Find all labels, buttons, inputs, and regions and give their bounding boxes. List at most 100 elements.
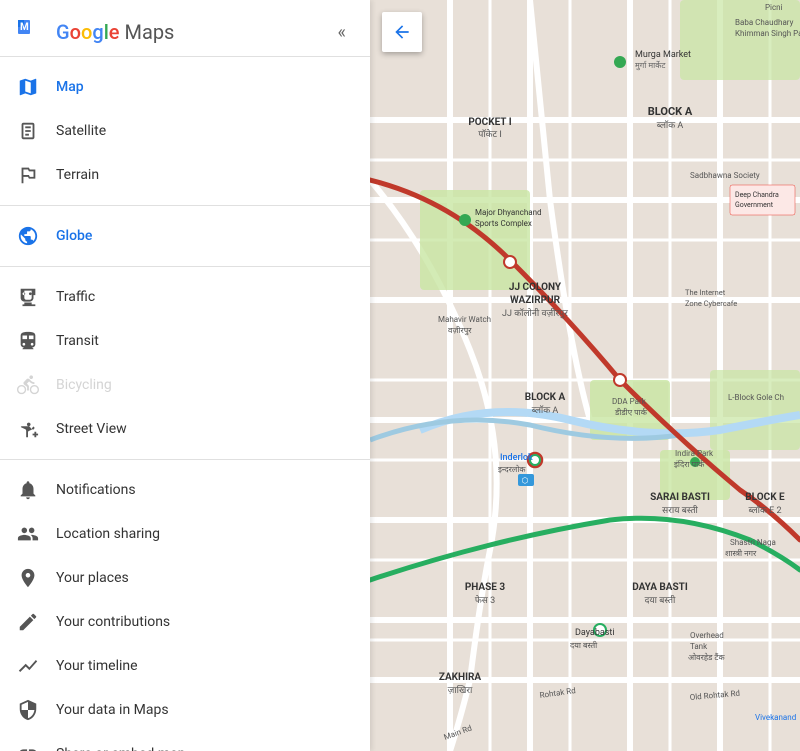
svg-text:Indira Park: Indira Park <box>675 449 714 458</box>
sidebar-item-globe[interactable]: Globe <box>0 214 370 258</box>
svg-text:SARAI BASTI: SARAI BASTI <box>650 492 710 503</box>
street-view-label: Street View <box>56 421 127 437</box>
svg-text:वज़ीरपुर: वज़ीरपुर <box>448 325 472 336</box>
notifications-icon <box>16 478 40 502</box>
svg-text:Inderlok: Inderlok <box>500 453 533 463</box>
svg-text:L-Block Gole Ch: L-Block Gole Ch <box>728 393 784 402</box>
share-embed-label: Share or embed map <box>56 746 185 751</box>
your-data-label: Your data in Maps <box>56 702 169 718</box>
sidebar-item-street-view[interactable]: Street View <box>0 407 370 451</box>
svg-text:Mahavir Watch: Mahavir Watch <box>438 315 491 324</box>
traffic-label: Traffic <box>56 289 95 305</box>
location-sharing-label: Location sharing <box>56 526 160 542</box>
svg-text:डीडीए पार्क: डीडीए पार्क <box>614 407 648 417</box>
sidebar-item-your-places[interactable]: Your places <box>0 556 370 600</box>
svg-text:WAZIRPUR: WAZIRPUR <box>510 295 561 306</box>
globe-section: Globe <box>0 206 370 267</box>
sidebar-item-your-timeline[interactable]: Your timeline <box>0 644 370 688</box>
svg-text:The Internet: The Internet <box>685 288 726 297</box>
svg-text:ओवरहेड टैंक: ओवरहेड टैंक <box>688 652 725 662</box>
logo-area: M Google Maps <box>16 16 174 48</box>
map-label: Map <box>56 79 84 95</box>
svg-text:Dayabasti: Dayabasti <box>575 628 615 638</box>
sidebar-item-your-contributions[interactable]: Your contributions <box>0 600 370 644</box>
layers-section: Traffic Transit Bicycling <box>0 267 370 460</box>
main-container: M Google Maps « Map <box>0 0 800 751</box>
map-type-section: Map Satellite Terrain <box>0 57 370 206</box>
svg-text:Tank: Tank <box>690 642 708 651</box>
back-button[interactable] <box>382 12 422 52</box>
svg-text:Murga Market: Murga Market <box>635 50 691 60</box>
svg-text:JJ COLONY: JJ COLONY <box>509 282 562 293</box>
sidebar-item-transit[interactable]: Transit <box>0 319 370 363</box>
svg-text:ज़ाखिरा: ज़ाखिरा <box>448 684 473 696</box>
svg-text:Vivekanand: Vivekanand <box>755 713 796 722</box>
svg-text:M: M <box>20 22 29 33</box>
svg-text:DAYA BASTI: DAYA BASTI <box>632 582 688 593</box>
transit-label: Transit <box>56 333 99 349</box>
svg-text:Shastri Naga: Shastri Naga <box>730 538 776 547</box>
svg-text:BLOCK A: BLOCK A <box>525 392 566 403</box>
svg-text:इंदिरा पार्क: इंदिरा पार्क <box>674 459 705 469</box>
back-arrow-icon <box>392 22 412 42</box>
your-places-label: Your places <box>56 570 129 586</box>
sidebar-item-location-sharing[interactable]: Location sharing <box>0 512 370 556</box>
share-embed-icon <box>16 742 40 751</box>
svg-text:पॉकेट I: पॉकेट I <box>478 128 502 140</box>
svg-text:DDA Park: DDA Park <box>612 397 647 406</box>
satellite-label: Satellite <box>56 123 106 139</box>
sidebar-item-share-embed[interactable]: Share or embed map <box>0 732 370 751</box>
svg-text:JJ कॉलोनी वज़ीरपुर: JJ कॉलोनी वज़ीरपुर <box>502 307 568 319</box>
svg-text:ब्लॉक A: ब्लॉक A <box>532 405 559 416</box>
bicycling-icon <box>16 373 40 397</box>
map-icon <box>16 75 40 99</box>
svg-text:Major Dhyanchand: Major Dhyanchand <box>475 208 542 217</box>
traffic-icon <box>16 285 40 309</box>
sidebar-header: M Google Maps « <box>0 0 370 57</box>
svg-text:PHASE 3: PHASE 3 <box>465 582 506 593</box>
sidebar-item-map[interactable]: Map <box>0 65 370 109</box>
map-area[interactable]: BLOCK A ब्लॉक A POCKET I पॉकेट I JJ COLO… <box>370 0 800 751</box>
sidebar-item-satellite[interactable]: Satellite <box>0 109 370 153</box>
svg-text:मुर्गा मार्केट: मुर्गा मार्केट <box>635 60 666 71</box>
sidebar-item-terrain[interactable]: Terrain <box>0 153 370 197</box>
map-svg: BLOCK A ब्लॉक A POCKET I पॉकेट I JJ COLO… <box>370 0 800 751</box>
tools-section: Notifications Location sharing You <box>0 460 370 751</box>
bicycling-label: Bicycling <box>56 377 112 393</box>
svg-text:Zone Cybercafe: Zone Cybercafe <box>685 299 737 308</box>
svg-text:इन्दरलोक: इन्दरलोक <box>498 464 526 474</box>
sidebar-item-traffic[interactable]: Traffic <box>0 275 370 319</box>
your-timeline-icon <box>16 654 40 678</box>
svg-text:दया बस्ती: दया बस्ती <box>645 594 676 606</box>
street-view-icon <box>16 417 40 441</box>
sidebar-item-your-data[interactable]: Your data in Maps <box>0 688 370 732</box>
svg-text:Sadbhawna Society: Sadbhawna Society <box>690 171 760 180</box>
globe-icon <box>16 224 40 248</box>
sidebar-item-notifications[interactable]: Notifications <box>0 468 370 512</box>
globe-label: Globe <box>56 228 92 244</box>
svg-text:फेस 3: फेस 3 <box>475 594 495 606</box>
svg-text:Deep Chandra: Deep Chandra <box>735 191 779 199</box>
collapse-button[interactable]: « <box>330 18 354 47</box>
terrain-label: Terrain <box>56 167 99 183</box>
svg-text:⬡: ⬡ <box>522 476 529 485</box>
your-places-icon <box>16 566 40 590</box>
svg-text:Baba Chaudhary: Baba Chaudhary <box>735 18 794 27</box>
your-contributions-label: Your contributions <box>56 614 170 630</box>
google-maps-logo-icon: M <box>16 16 48 48</box>
svg-text:Sports Complex: Sports Complex <box>475 219 532 228</box>
svg-text:शास्त्री नगर: शास्त्री नगर <box>725 548 757 558</box>
svg-text:Overhead: Overhead <box>690 631 724 640</box>
svg-text:ब्लॉक E 2: ब्लॉक E 2 <box>748 505 781 516</box>
location-sharing-icon <box>16 522 40 546</box>
sidebar: M Google Maps « Map <box>0 0 370 751</box>
notifications-label: Notifications <box>56 482 136 498</box>
svg-text:Khimman Singh Park: Khimman Singh Park <box>735 29 800 38</box>
your-data-icon <box>16 698 40 722</box>
satellite-icon <box>16 119 40 143</box>
svg-text:ब्लॉक A: ब्लॉक A <box>657 120 684 131</box>
svg-text:Picni: Picni <box>765 3 783 12</box>
transit-icon <box>16 329 40 353</box>
svg-text:BLOCK E: BLOCK E <box>745 492 785 503</box>
sidebar-item-bicycling: Bicycling <box>0 363 370 407</box>
